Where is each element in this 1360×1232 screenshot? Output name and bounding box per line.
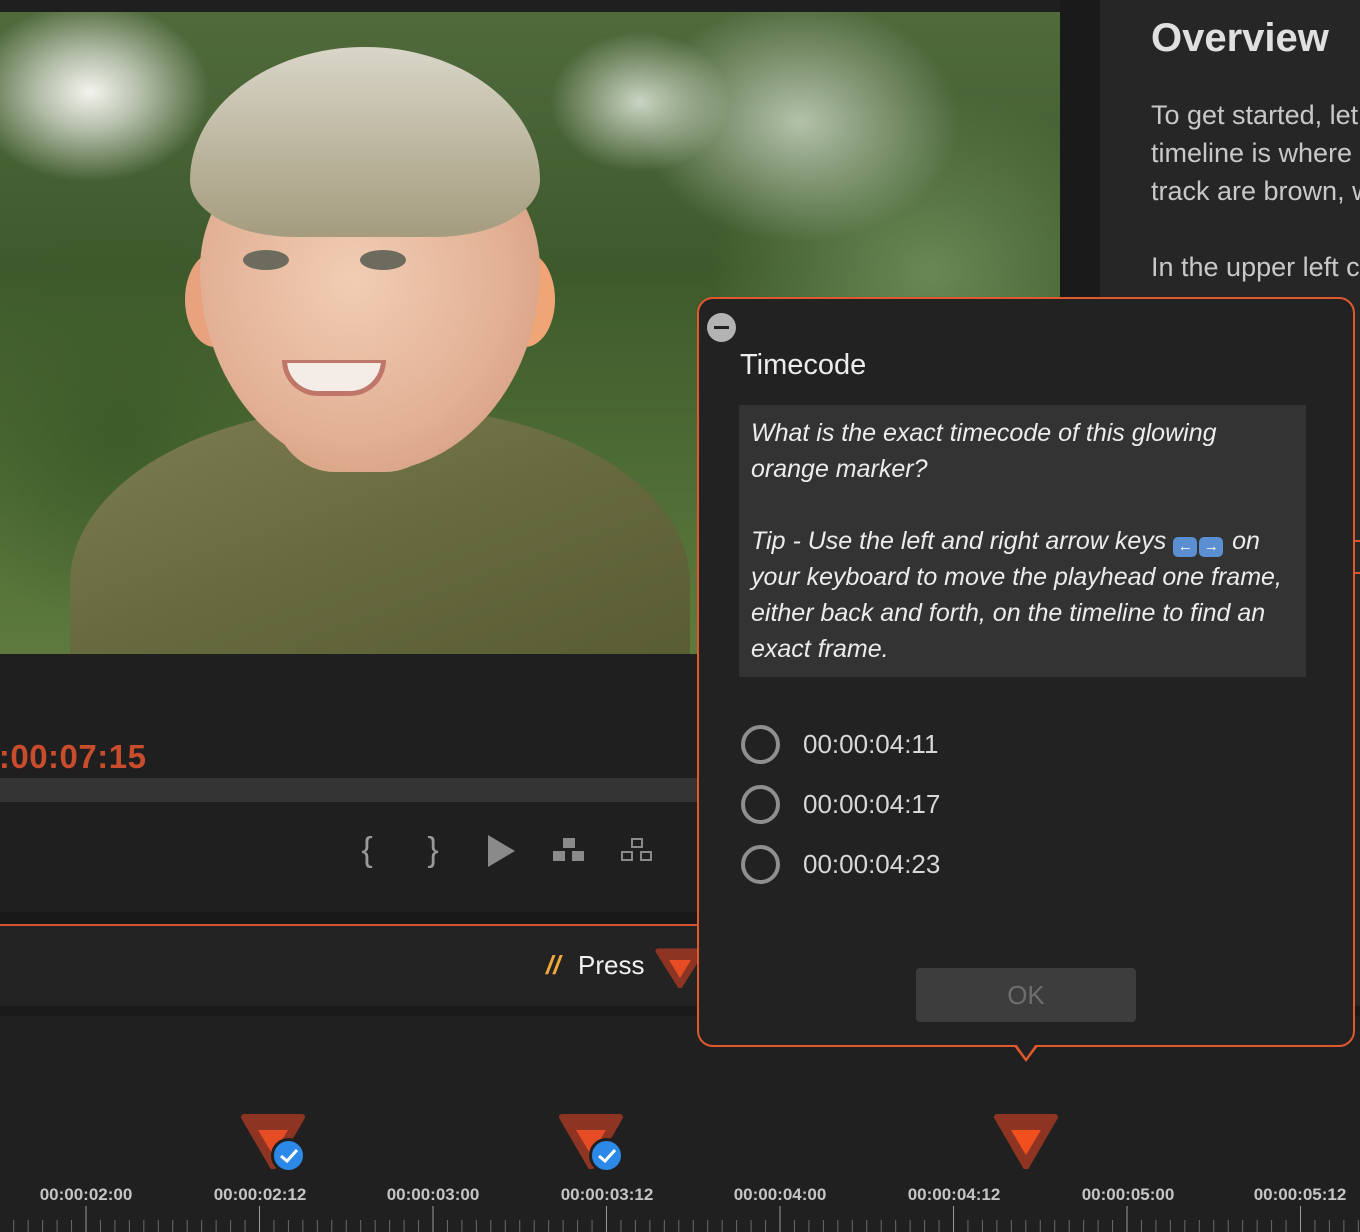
right-arrow-key-icon: → [1199,537,1224,557]
timeline-ruler[interactable] [0,1206,1360,1232]
popup-title: Timecode [740,349,867,381]
answer-option[interactable]: 00:00:04:11 [741,723,938,765]
video-subject-eye [360,250,406,270]
tip-text: Tip - Use the left and right arrow keys … [751,523,1294,667]
popup-pointer-fill [1016,1044,1036,1058]
tip-text-start: Tip - Use the left and right arrow keys [751,527,1167,555]
current-timecode: 0:00:07:15 [0,738,147,775]
overview-text-line: timeline is where [1151,138,1353,168]
timeline-marker-active[interactable] [993,1113,1059,1169]
video-subject-hair [190,47,540,237]
marker-icon [655,948,699,988]
ruler-label: 00:00:02:12 [213,1185,307,1204]
ruler-label: 00:00:03:12 [560,1185,654,1204]
check-icon [589,1138,624,1173]
answer-label: 00:00:04:11 [803,728,939,759]
close-icon[interactable] [707,313,736,342]
ok-button[interactable]: OK [916,968,1136,1022]
answer-label: 00:00:04:17 [803,788,941,819]
panel-divider [0,912,700,924]
overview-text-line: In the upper left c [1151,252,1360,282]
overwrite-clip-icon[interactable] [621,838,653,864]
scrub-bar[interactable] [0,778,700,802]
answer-option[interactable]: 00:00:04:17 [741,783,940,825]
left-arrow-key-icon: ← [1173,537,1198,557]
timeline-marker-completed[interactable] [558,1113,624,1173]
track-marker[interactable] [655,948,699,988]
answer-option[interactable]: 00:00:04:23 [741,843,940,885]
timecode-quiz-popup: Timecode What is the exact timecode of t… [697,297,1355,1047]
timeline-marker-completed[interactable] [240,1113,306,1173]
mark-out-button[interactable]: } [418,830,448,870]
ruler-label: 00:00:04:00 [733,1185,827,1204]
play-icon[interactable] [488,835,515,867]
marker-icon [994,1114,1058,1169]
answer-label: 00:00:04:23 [803,848,941,879]
video-subject-eye [243,250,289,270]
radio-button[interactable] [741,784,780,824]
ruler-label: 00:00:05:00 [1081,1185,1175,1204]
overview-text-line: To get started, let [1151,100,1359,130]
question-text: What is the exact timecode of this glowi… [751,419,1217,483]
ruler-label: 00:00:05:12 [1253,1185,1347,1204]
ruler-label: 00:00:03:00 [386,1185,480,1204]
ruler-label: 00:00:02:00 [39,1185,133,1204]
question-box: What is the exact timecode of this glowi… [739,405,1306,677]
radio-button[interactable] [741,844,780,884]
mark-in-button[interactable]: { [352,830,382,870]
track-prefix: // [546,950,561,980]
insert-clip-icon[interactable] [553,838,585,864]
check-icon [271,1138,306,1173]
overview-text-line: track are brown, w [1151,176,1360,206]
overview-title: Overview [1151,16,1329,60]
ruler-label: 00:00:04:12 [907,1185,1001,1204]
track-label: Press [578,950,645,980]
radio-button[interactable] [741,724,780,764]
